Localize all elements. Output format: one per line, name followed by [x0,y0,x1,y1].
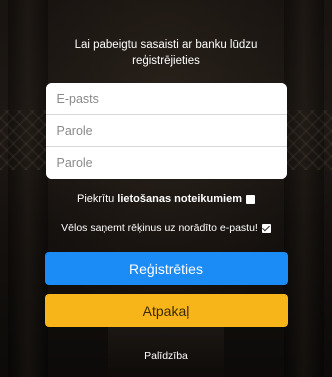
terms-row: Piekrītu lietošanas noteikumiem [77,193,255,205]
terms-link[interactable]: lietošanas noteikumiem [117,193,242,205]
email-field[interactable] [45,83,287,115]
terms-prefix: Piekrītu [76,193,115,205]
intro-text: Lai pabeigtu sasaisti ar banku lūdzu reģ… [56,37,276,69]
invoice-row: Vēlos saņemt rēķinus uz norādīto e-pastu… [61,222,271,234]
intro-line-2: reģistrējieties [132,55,200,67]
checkbox-unchecked-icon[interactable] [246,194,255,204]
help-link[interactable]: Palīdzība [144,350,188,362]
intro-line-1: Lai pabeigtu sasaisti ar banku lūdzu [74,39,258,51]
checkbox-checked-icon[interactable] [261,223,271,233]
password-repeat-field[interactable] [45,147,287,179]
back-button[interactable]: Atpakaļ [44,294,288,327]
registration-fields [45,83,287,179]
invoice-label: Vēlos saņemt rēķinus uz norādīto e-pastu… [61,222,258,234]
registration-panel: Lai pabeigtu sasaisti ar banku lūdzu reģ… [0,0,332,377]
register-button[interactable]: Reģistrēties [44,252,288,285]
password-field[interactable] [45,115,287,147]
